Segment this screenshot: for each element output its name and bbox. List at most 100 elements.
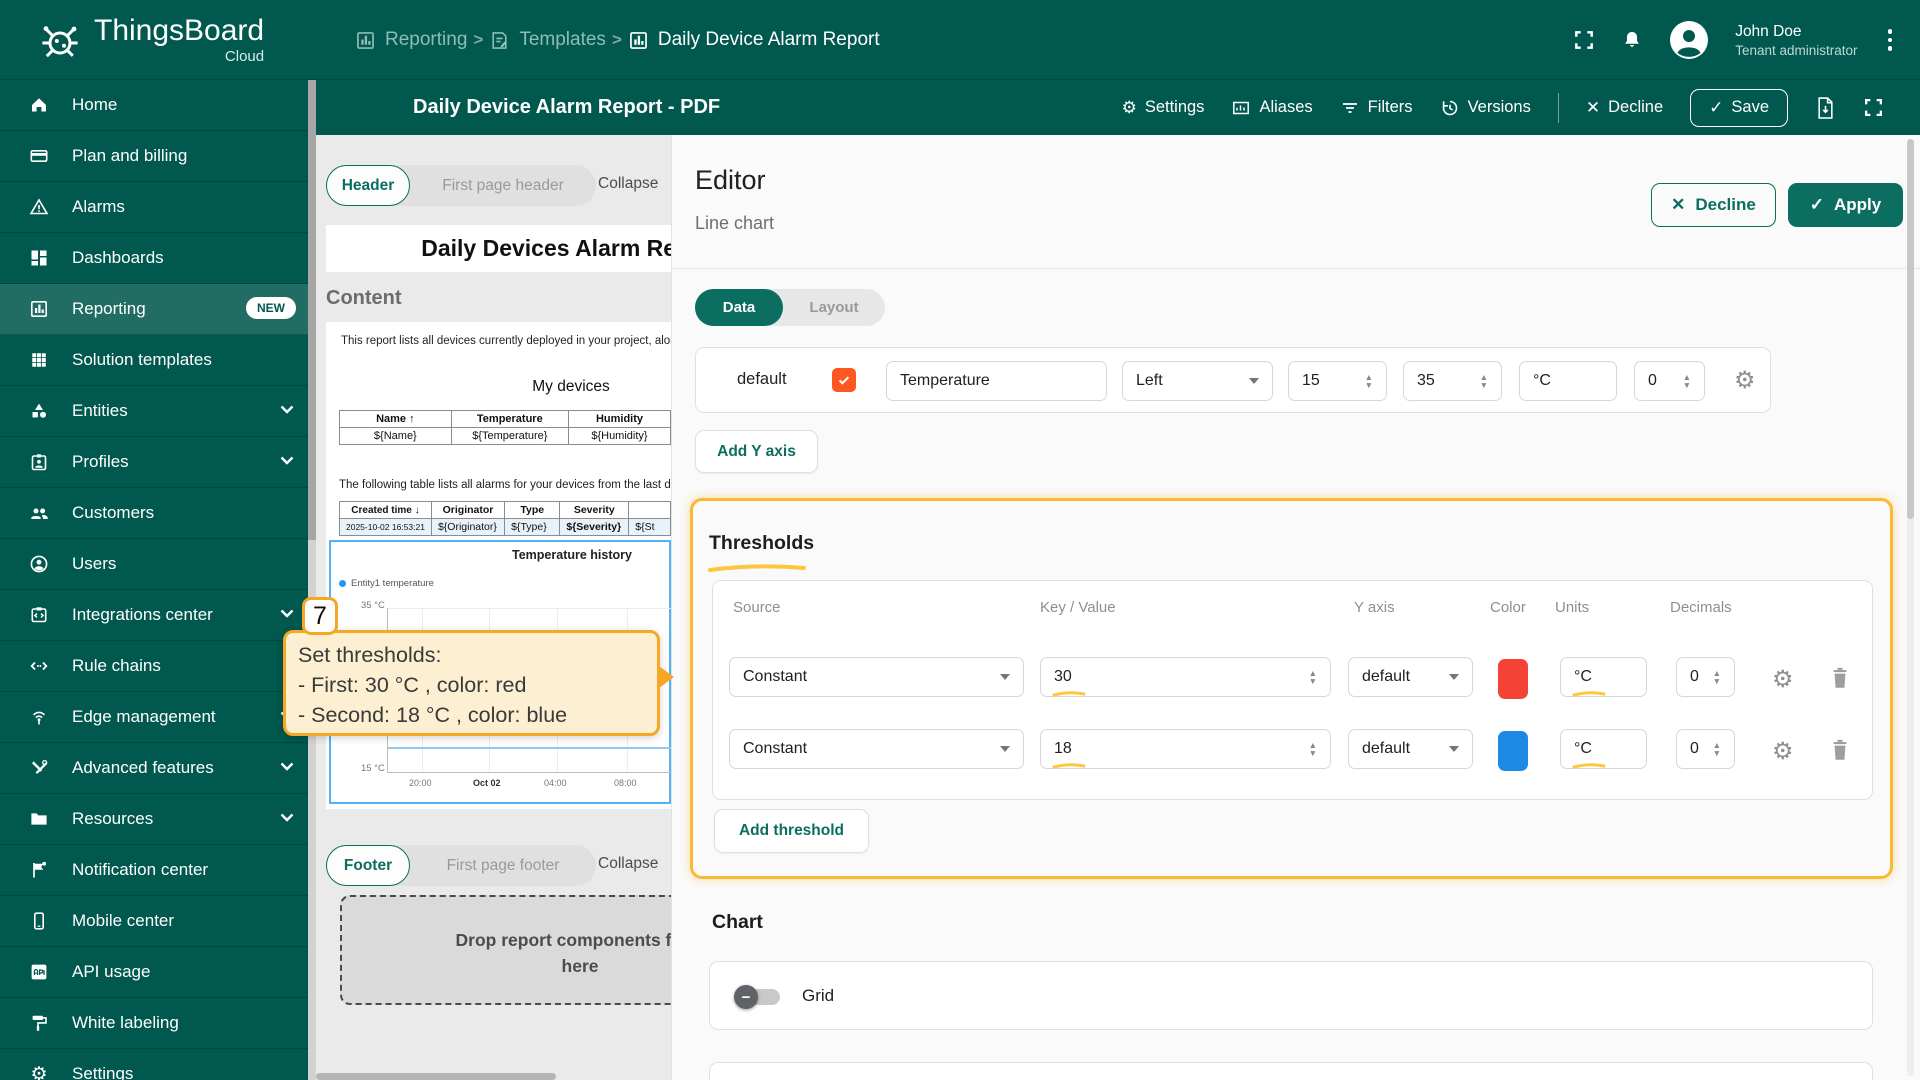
horizontal-scrollbar[interactable] [316,1073,556,1080]
breadcrumb-item-reporting[interactable]: Reporting [355,29,467,51]
sidebar-item-notification-center[interactable]: Notification center [0,845,308,896]
versions-label: Versions [1467,98,1531,116]
y-axis-max-field[interactable]: 35 ▲ ▼ [1403,361,1502,401]
aliases-button[interactable]: Aliases [1231,98,1313,118]
sidebar-item-reporting[interactable]: Reporting NEW [0,284,308,335]
brand-logo[interactable]: ThingsBoard Cloud [34,16,264,65]
tab-first-page-footer[interactable]: First page footer [418,845,588,886]
sidebar-item-alarms[interactable]: Alarms [0,182,308,233]
threshold-yaxis-select[interactable]: default [1348,657,1473,697]
y-axis-position-select[interactable]: Left [1122,361,1273,401]
scrollbar-thumb[interactable] [308,80,316,540]
threshold-value-field[interactable]: 18 ▲ ▼ [1040,729,1331,769]
versions-button[interactable]: Versions [1440,98,1531,118]
templates-icon [489,30,510,51]
add-threshold-button[interactable]: Add threshold [714,809,869,853]
breadcrumb-item-templates[interactable]: Templates [489,29,606,51]
y-axis-enabled-checkbox[interactable] [832,368,856,392]
user-info[interactable]: John Doe Tenant administrator [1735,23,1857,58]
stepper-icon[interactable]: ▲ ▼ [1683,373,1691,390]
decline-button[interactable]: ✕ Decline [1651,183,1776,227]
y-axis-min-field[interactable]: 15 ▲ ▼ [1288,361,1387,401]
report-header-band[interactable]: Daily Devices Alarm Report [326,225,671,272]
tab-data[interactable]: Data [695,289,783,326]
decline-toolbar-button[interactable]: ✕ Decline [1586,98,1663,118]
stepper-icon[interactable]: ▲ ▼ [1309,741,1317,758]
y-axis-key-field[interactable]: Temperature [886,361,1107,401]
tab-first-page-header[interactable]: First page header [418,165,588,206]
alarms-table-row: 2025-10-02 16:53:21 ${Originator} ${Type… [339,518,671,536]
sidebar-item-profiles[interactable]: Profiles [0,437,308,488]
sort-desc-icon[interactable]: ↓ [415,505,420,516]
tab-footer[interactable]: Footer [326,845,410,886]
threshold-units-field[interactable]: °C [1560,729,1647,769]
divider [672,268,1920,269]
sidebar-item-advanced-features[interactable]: Advanced features [0,743,308,794]
stepper-icon[interactable]: ▲ ▼ [1365,373,1373,390]
threshold-value-field[interactable]: 30 ▲ ▼ [1040,657,1331,697]
sidebar-item-settings[interactable]: ⚙ Settings [0,1049,308,1080]
threshold-decimals-field[interactable]: 0 ▲ ▼ [1676,657,1735,697]
add-y-axis-button[interactable]: Add Y axis [695,430,818,473]
threshold-delete-trash-icon[interactable] [1828,737,1852,763]
y-axis-units-field[interactable]: °C [1519,361,1617,401]
threshold-settings-gear-icon[interactable]: ⚙ [1772,737,1794,766]
fullscreen-icon[interactable] [1573,29,1595,51]
sidebar-item-resources[interactable]: Resources [0,794,308,845]
sidebar-item-api-usage[interactable]: API usage [0,947,308,998]
export-document-icon[interactable] [1815,96,1836,120]
threshold-delete-trash-icon[interactable] [1828,665,1852,691]
brand-name: ThingsBoard [94,14,265,47]
threshold-color-swatch-red[interactable] [1498,659,1528,699]
sidebar-item-solution-templates[interactable]: Solution templates [0,335,308,386]
sidebar-item-home[interactable]: Home [0,80,308,131]
y-axis-decimals-field[interactable]: 0 ▲ ▼ [1634,361,1705,401]
sidebar-item-users[interactable]: Users [0,539,308,590]
chart-legend[interactable]: Entity1 temperature [339,578,434,589]
stepper-icon[interactable]: ▲ ▼ [1480,373,1488,390]
stepper-icon[interactable]: ▲ ▼ [1309,669,1317,686]
apply-button[interactable]: ✓ Apply [1788,183,1903,227]
settings-button[interactable]: ⚙ Settings [1122,98,1205,118]
threshold-color-swatch-blue[interactable] [1498,731,1528,771]
y-axis-settings-gear-icon[interactable]: ⚙ [1734,366,1756,395]
grid-toggle-knob[interactable]: − [734,985,758,1009]
collapse-footer-button[interactable]: Collapse [598,855,658,873]
sidebar-item-integrations-center[interactable]: Integrations center [0,590,308,641]
avatar[interactable] [1669,20,1709,60]
threshold-source-select[interactable]: Constant [729,729,1024,769]
breadcrumb-item-report[interactable]: Daily Device Alarm Report [628,29,880,51]
sort-asc-icon[interactable]: ↑ [409,413,415,425]
sidebar-item-customers[interactable]: Customers [0,488,308,539]
tab-layout[interactable]: Layout [783,289,885,326]
collapse-header-button[interactable]: Collapse [598,175,658,193]
stepper-icon[interactable]: ▲ ▼ [1713,741,1721,758]
drop-zone-text: Drop report components from [455,930,671,950]
sidebar-item-dashboards[interactable]: Dashboards [0,233,308,284]
threshold-source-select[interactable]: Constant [729,657,1024,697]
sidebar-item-plan-and-billing[interactable]: Plan and billing [0,131,308,182]
save-button[interactable]: ✓ Save [1690,88,1788,127]
threshold-decimals-field[interactable]: 0 ▲ ▼ [1676,729,1735,769]
stepper-icon[interactable]: ▲ ▼ [1713,669,1721,686]
step-number-badge: 7 [302,597,338,635]
more-menu-icon[interactable] [1884,25,1897,55]
sidebar-item-mobile-center[interactable]: Mobile center [0,896,308,947]
threshold-settings-gear-icon[interactable]: ⚙ [1772,665,1794,694]
threshold-units-field[interactable]: °C [1560,657,1647,697]
vertical-scrollbar[interactable] [308,80,316,1080]
sidebar-item-edge-management[interactable]: Edge management [0,692,308,743]
editor-scrollbar[interactable] [1907,139,1914,1076]
expand-fullscreen-icon[interactable] [1863,97,1884,118]
footer-drop-zone[interactable]: Drop report components from here [340,895,671,1005]
scrollbar-thumb[interactable] [1907,139,1914,519]
sidebar-item-rule-chains[interactable]: Rule chains [0,641,308,692]
breadcrumb-label: Templates [519,29,606,50]
notifications-bell-icon[interactable] [1621,29,1643,51]
sidebar-item-entities[interactable]: Entities [0,386,308,437]
sidebar-item-white-labeling[interactable]: White labeling [0,998,308,1049]
tab-header[interactable]: Header [326,165,410,206]
report-title: Daily Device Alarm Report - PDF [413,96,721,118]
filters-button[interactable]: Filters [1340,98,1413,118]
threshold-yaxis-select[interactable]: default [1348,729,1473,769]
